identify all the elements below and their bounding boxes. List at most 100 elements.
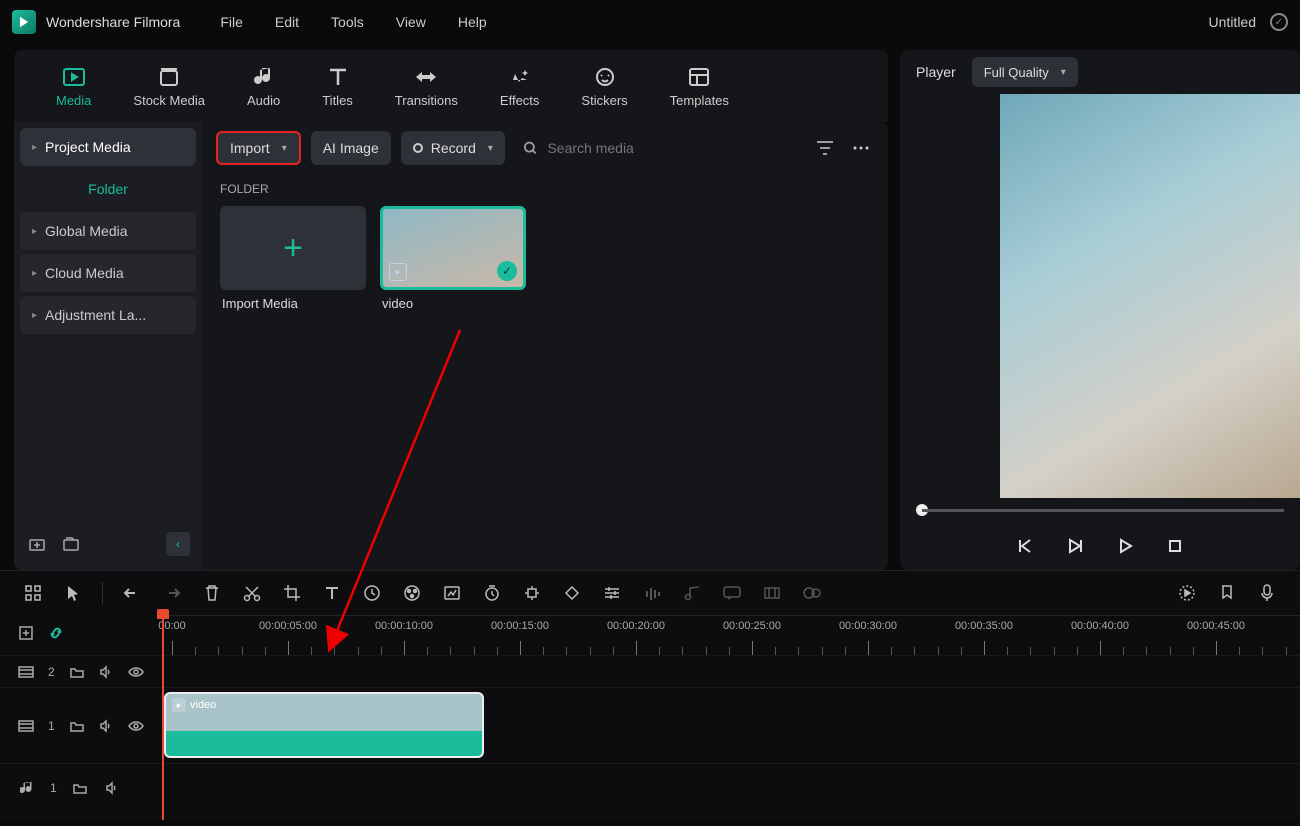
player-panel: Player Full Quality▾ [900,50,1300,570]
duration-button[interactable] [481,582,503,604]
record-button[interactable]: Record▾ [401,131,505,165]
stop-button[interactable] [1161,532,1189,560]
visibility-icon[interactable] [128,717,144,735]
collapse-sidebar-button[interactable]: ‹ [166,532,190,556]
more-icon[interactable] [848,135,874,161]
detach-button[interactable] [521,582,543,604]
timeline-ruler[interactable]: 00:0000:00:05:0000:00:10:0000:00:15:0000… [162,615,1300,655]
menu-file[interactable]: File [220,14,243,30]
search-input[interactable] [547,140,794,156]
search-icon [523,140,538,156]
filter-icon[interactable] [812,135,838,161]
menu-edit[interactable]: Edit [275,14,299,30]
caption-button[interactable] [721,582,743,604]
import-media-tile[interactable]: + Import Media [220,206,366,311]
cursor-icon[interactable] [62,582,84,604]
crop-button[interactable] [281,582,303,604]
link-icon[interactable] [48,625,64,646]
prev-frame-button[interactable] [1011,532,1039,560]
mute-icon[interactable] [98,663,114,681]
category-tabs: Media Stock Media Audio Titles Transitio… [14,50,888,122]
media-sidebar: ▸Project Media Folder ▸Global Media ▸Clo… [14,122,202,570]
tab-titles[interactable]: Titles [316,61,359,112]
track-folder-icon[interactable] [69,717,85,735]
video-track-icon [18,717,34,735]
tab-stock-media[interactable]: Stock Media [127,61,211,112]
play-pause-button[interactable] [1061,532,1089,560]
menu-tools[interactable]: Tools [331,14,364,30]
transitions-icon [412,65,440,89]
menu-help[interactable]: Help [458,14,487,30]
video-track-icon [18,663,34,681]
sidebar-item-folder[interactable]: Folder [20,170,196,208]
audio-bars-icon[interactable] [641,582,663,604]
chevron-down-icon: ▾ [1061,67,1066,78]
app-logo [12,10,36,34]
tab-stickers[interactable]: Stickers [575,61,633,112]
tab-effects[interactable]: Effects [494,61,546,112]
expand-button[interactable] [761,582,783,604]
timeline: 00:0000:00:05:0000:00:10:0000:00:15:0000… [0,570,1300,820]
import-button[interactable]: Import▾ [216,131,301,165]
adjust-button[interactable] [601,582,623,604]
tab-transitions[interactable]: Transitions [389,61,464,112]
play-button[interactable] [1111,532,1139,560]
delete-button[interactable] [201,582,223,604]
titlebar: Wondershare Filmora File Edit Tools View… [0,0,1300,44]
sidebar-item-global-media[interactable]: ▸Global Media [20,212,196,250]
plus-icon: + [220,206,366,290]
new-folder-icon[interactable] [26,533,48,555]
menu-view[interactable]: View [396,14,426,30]
chevron-down-icon: ▾ [282,143,287,154]
music-button[interactable] [681,582,703,604]
tab-audio[interactable]: Audio [241,61,286,112]
track-body[interactable]: ▸video [162,688,1300,763]
app-name: Wondershare Filmora [46,14,180,30]
speed-button[interactable] [361,582,383,604]
visibility-icon[interactable] [128,663,144,681]
scrub-bar[interactable] [900,498,1300,522]
quality-selector[interactable]: Full Quality▾ [972,57,1078,87]
cut-button[interactable] [241,582,263,604]
sidebar-item-cloud-media[interactable]: ▸Cloud Media [20,254,196,292]
track-video-1: 1 ▸video [0,687,1300,763]
timeline-clip[interactable]: ▸video [164,692,484,758]
check-icon: ✓ [497,261,517,281]
render-button[interactable] [1176,582,1198,604]
playhead[interactable] [162,615,164,820]
ai-image-button[interactable]: AI Image [311,131,391,165]
templates-icon [685,65,713,89]
mic-button[interactable] [1256,582,1278,604]
menubar: File Edit Tools View Help [220,14,486,30]
mask-button[interactable] [441,582,463,604]
keyframe-button[interactable] [561,582,583,604]
text-button[interactable] [321,582,343,604]
track-folder-icon[interactable] [69,663,85,681]
audio-track-icon [18,779,36,797]
marker-button[interactable] [1216,582,1238,604]
mute-icon[interactable] [103,779,121,797]
sidebar-item-adjustment-layer[interactable]: ▸Adjustment La... [20,296,196,334]
document-title: Untitled [1209,14,1256,30]
clip-play-icon: ▸ [172,698,186,712]
track-folder-icon[interactable] [71,779,89,797]
undo-button[interactable] [121,582,143,604]
color-button[interactable] [401,582,423,604]
new-bin-icon[interactable] [60,533,82,555]
tab-templates[interactable]: Templates [664,61,735,112]
redo-button[interactable] [161,582,183,604]
grid-icon[interactable] [22,582,44,604]
effects-icon [506,65,534,89]
add-track-icon[interactable] [18,625,34,646]
sidebar-item-project-media[interactable]: ▸Project Media [20,128,196,166]
ai-button[interactable] [801,582,823,604]
sync-status-icon[interactable]: ✓ [1270,13,1288,31]
search-media [515,140,802,156]
preview-viewport[interactable] [1000,94,1300,498]
media-clip-tile[interactable]: ▸ ✓ video [380,206,526,311]
audio-icon [250,65,278,89]
tab-media[interactable]: Media [50,61,97,112]
clip-play-icon: ▸ [389,263,407,281]
mute-icon[interactable] [98,717,114,735]
track-audio-1: 1 [0,763,1300,811]
